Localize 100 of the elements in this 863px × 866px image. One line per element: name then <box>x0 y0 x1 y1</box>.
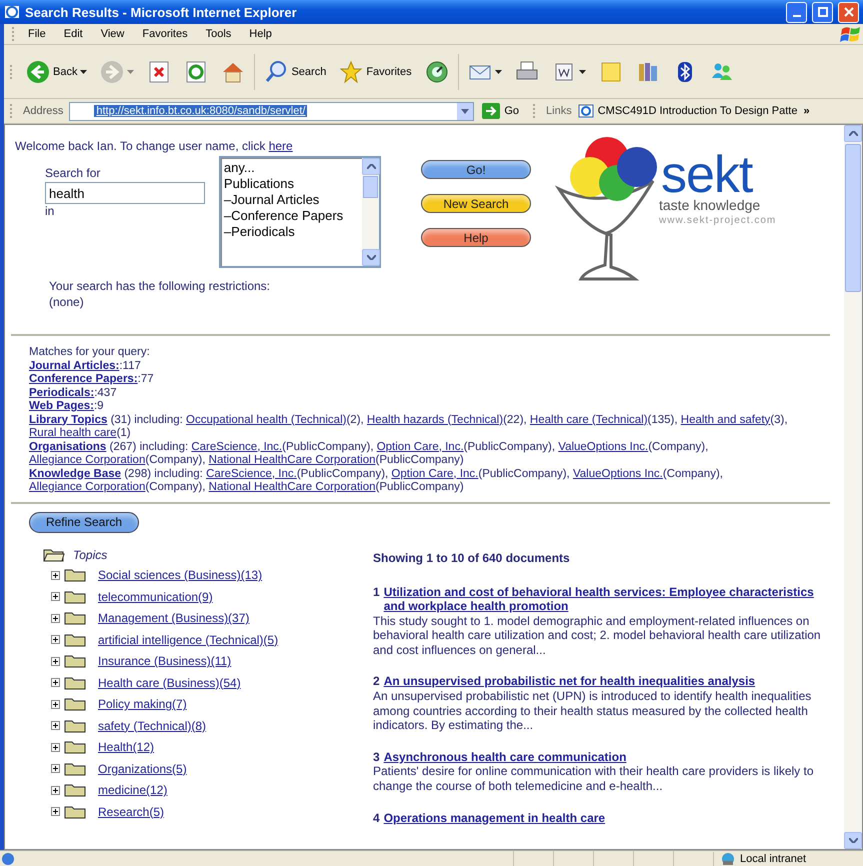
restrictions-text: Your search has the following restrictions: <box>49 278 272 294</box>
entity-link[interactable]: CareScience, Inc. <box>191 440 282 452</box>
toolbar-button[interactable]: Back <box>22 56 92 86</box>
refresh-icon[interactable] <box>184 60 208 84</box>
topic-link[interactable]: Social sciences (Business)(13) <box>98 568 262 582</box>
list-option[interactable]: any... <box>224 160 359 176</box>
group-link[interactable]: Library Topics <box>29 414 108 426</box>
list-scrollbar[interactable] <box>362 158 379 266</box>
expand-icon[interactable] <box>51 764 60 774</box>
maximize-button[interactable] <box>812 2 833 22</box>
entity-link[interactable]: Health and safety <box>680 414 770 426</box>
menu-item[interactable]: Favorites <box>133 26 197 42</box>
topic-link[interactable]: Policy making(7) <box>98 697 187 712</box>
toolbar-button[interactable]: Favorites <box>335 56 416 86</box>
scroll-down-icon <box>848 838 858 843</box>
search-field[interactable]: health <box>45 182 205 204</box>
favorite-link[interactable]: CMSC491D Introduction To Design Patte <box>578 103 798 119</box>
go-button[interactable]: Go <box>480 103 528 119</box>
group-link[interactable]: Organisations <box>29 440 106 452</box>
result-title-link[interactable]: Asynchronous health care communication <box>384 750 830 764</box>
topic-link[interactable]: Research(5) <box>98 804 164 819</box>
result-title-link[interactable]: Operations management in health care <box>384 810 830 826</box>
expand-icon[interactable] <box>51 786 60 795</box>
folder-icon <box>64 762 86 776</box>
in-label: in <box>45 204 56 218</box>
entity-link[interactable]: CareScience, Inc. <box>206 468 297 480</box>
topic-link[interactable]: Insurance (Business)(11) <box>98 654 232 668</box>
windows-logo-icon <box>839 24 863 44</box>
expand-icon[interactable] <box>51 700 60 709</box>
media-icon[interactable] <box>424 60 449 84</box>
result-title-link[interactable]: An unsupervised probabilistic net for health inequalities analysis <box>384 674 830 690</box>
menu-item[interactable]: Edit <box>54 26 92 42</box>
category-link[interactable]: Journal Articles: <box>29 360 120 372</box>
form-button[interactable]: Help <box>421 228 531 247</box>
vertical-scrollbar[interactable] <box>844 125 862 849</box>
results-heading: Showing 1 to 10 of 640 documents <box>373 550 571 564</box>
scroll-thumb[interactable] <box>845 144 861 292</box>
zone-label: Local intranet <box>740 852 806 864</box>
form-button[interactable]: Go! <box>421 160 531 179</box>
result-title-link[interactable]: Utilization and cost of behavioral health services: Employee characteristics and workplace health promotion <box>384 584 830 614</box>
entity-link[interactable]: Rural health care <box>29 427 117 439</box>
entity-link[interactable]: ValueOptions Inc. <box>558 440 648 452</box>
list-option[interactable]: Publications <box>224 176 359 192</box>
folder-icon <box>64 676 86 690</box>
menu-item[interactable]: Tools <box>196 26 240 42</box>
category-link[interactable]: Periodicals: <box>29 386 94 398</box>
address-field[interactable]: http://sekt.info.bt.co.uk:8080/sandb/servlet/ <box>69 102 474 120</box>
refine-search-button[interactable]: Refine Search <box>29 512 139 532</box>
expand-icon[interactable] <box>51 614 60 623</box>
more-links-button[interactable]: » <box>803 105 810 117</box>
scroll-up-icon <box>366 164 376 169</box>
category-listbox[interactable]: any... Publications –Journal Articles –Conference Papers –Periodicals <box>218 156 381 268</box>
expand-icon[interactable] <box>51 678 60 688</box>
category-link[interactable]: Conference Papers: <box>29 373 138 385</box>
folder-icon <box>64 632 86 647</box>
entity-link[interactable]: Allegiance Corporation <box>29 454 146 466</box>
topic-link[interactable]: Health care (Business)(54) <box>98 676 241 690</box>
stop-icon[interactable] <box>147 60 172 84</box>
topic-link[interactable]: Management (Business)(37) <box>98 611 250 626</box>
category-link[interactable]: Web Pages: <box>29 400 94 412</box>
menu-item[interactable]: Help <box>240 26 281 42</box>
entity-link[interactable]: Health care (Technical) <box>530 414 648 426</box>
list-option[interactable]: –Periodicals <box>224 224 359 240</box>
topic-link[interactable]: telecommunication(9) <box>98 590 213 604</box>
expand-icon[interactable] <box>51 635 60 644</box>
list-option[interactable]: –Journal Articles <box>224 192 359 208</box>
expand-icon[interactable] <box>51 721 60 730</box>
expand-icon[interactable] <box>51 656 60 666</box>
result-number: 2 <box>373 674 380 690</box>
form-button[interactable]: New Search <box>421 194 531 213</box>
entity-link[interactable]: Option Care, Inc. <box>376 440 464 452</box>
entity-link[interactable]: National HealthCare Corporation <box>208 481 376 493</box>
match-group-text: Knowledge Base (298) including: CareScience, Inc.(PublicCompany), Option Care, Inc.(PublicCompany), ValueOptions Inc.(Company), Allegiance Corporation(Company), National HealthCare Corporation(PublicCompany) <box>29 468 724 494</box>
toolbar-button[interactable]: Search <box>260 56 330 86</box>
dropdown-button[interactable] <box>457 102 474 120</box>
topic-link[interactable]: artificial intelligence (Technical)(5) <box>98 632 278 647</box>
list-option[interactable]: –Conference Papers <box>224 208 359 224</box>
expand-icon[interactable] <box>51 807 60 816</box>
expand-icon[interactable] <box>51 742 60 752</box>
topic-link[interactable]: medicine(12) <box>98 783 168 798</box>
open-folder-icon <box>43 548 65 562</box>
topic-link[interactable]: Organizations(5) <box>98 762 187 776</box>
expand-icon[interactable] <box>51 570 60 580</box>
scroll-thumb[interactable] <box>363 176 378 198</box>
here-link[interactable]: here <box>268 139 293 153</box>
entity-link[interactable]: Option Care, Inc. <box>391 468 478 480</box>
menu-item[interactable]: File <box>19 26 55 42</box>
entity-link[interactable]: Health hazards (Technical) <box>366 414 504 426</box>
topic-link[interactable]: Health(12) <box>98 740 154 754</box>
entity-link[interactable]: National HealthCare Corporation <box>208 454 376 466</box>
minimize-button[interactable] <box>786 2 807 22</box>
entity-link[interactable]: Occupational health (Technical) <box>186 414 346 426</box>
logo-url: www.sekt-project.com <box>659 215 776 226</box>
expand-icon[interactable] <box>51 592 60 602</box>
entity-link[interactable]: ValueOptions Inc. <box>572 468 663 480</box>
close-button[interactable] <box>838 2 859 22</box>
entity-link[interactable]: Allegiance Corporation <box>29 481 146 493</box>
group-link[interactable]: Knowledge Base <box>29 468 122 480</box>
topic-link[interactable]: safety (Technical)(8) <box>98 718 206 733</box>
menu-item[interactable]: View <box>92 26 134 42</box>
